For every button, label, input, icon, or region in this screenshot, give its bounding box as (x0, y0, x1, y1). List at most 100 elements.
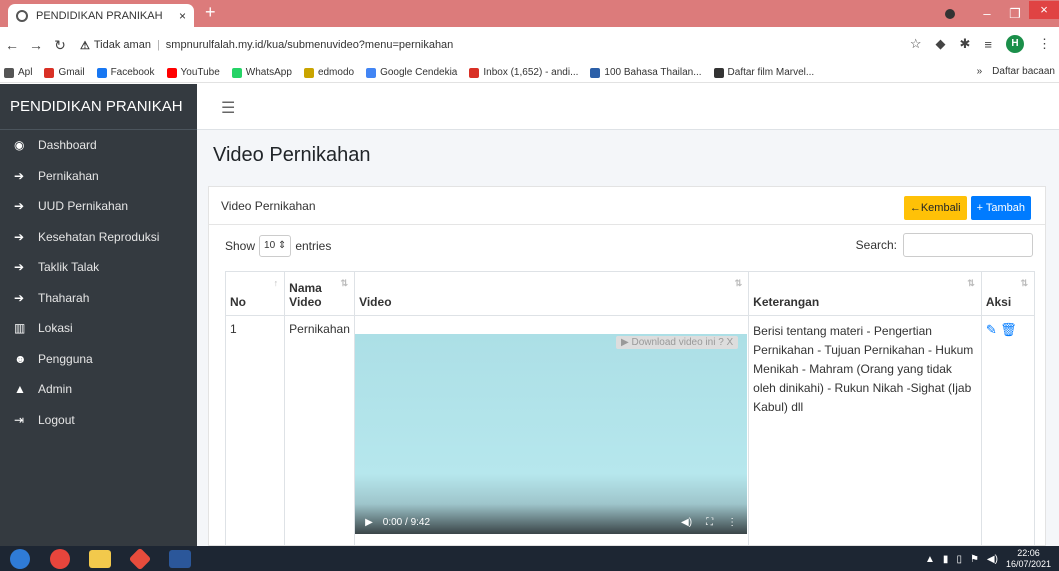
star-icon[interactable]: ☆ (910, 36, 922, 52)
bookmark-item[interactable]: Gmail (44, 67, 85, 78)
profile-avatar[interactable]: H (1006, 35, 1024, 53)
sidebar-item-label: Thaharah (38, 290, 90, 305)
puzzle-icon[interactable]: ✱ (960, 36, 971, 52)
search-box: Search: (856, 233, 1033, 257)
sidebar-item[interactable]: ➔ UUD Pernikahan (0, 191, 197, 222)
brand-title[interactable]: PENDIDIKAN PRANIKAH (0, 84, 197, 130)
column-header-no[interactable]: ↑ No (224, 271, 286, 316)
sidebar-item[interactable]: ☻ Pengguna (0, 344, 197, 375)
column-header-nama-video[interactable]: ⇅ Nama Video (284, 271, 356, 316)
search-label: Search: (855, 238, 897, 252)
reload-icon[interactable]: ↻ (48, 37, 72, 54)
minimize-button[interactable]: – (973, 6, 1001, 21)
volume-icon[interactable]: ◀) (681, 517, 692, 528)
column-header-aksi[interactable]: ⇅ Aksi (980, 271, 1036, 316)
speaker-icon[interactable]: ◀) (987, 554, 998, 565)
users-icon: ☻ (14, 351, 27, 366)
flag-icon[interactable]: ⚑ (970, 554, 979, 565)
arrow-right-icon: ➔ (14, 229, 25, 244)
menu-icon[interactable]: ⋮ (1038, 36, 1051, 52)
bookmark-item[interactable]: Google Cendekia (366, 67, 457, 78)
bookmark-item[interactable]: YouTube (166, 67, 220, 78)
taskbar-word[interactable] (160, 546, 200, 571)
more-bookmarks-button[interactable]: » (977, 66, 983, 77)
delete-icon[interactable]: 🗑 (1000, 322, 1017, 337)
window-close-button[interactable]: × (1029, 0, 1059, 19)
column-header-keterangan[interactable]: ⇅ Keterangan (748, 271, 982, 316)
tab-title: PENDIDIKAN PRANIKAH (36, 9, 163, 22)
column-header-video[interactable]: ⇅ Video (354, 271, 750, 316)
forward-icon[interactable]: → (24, 37, 48, 53)
record-icon[interactable] (945, 8, 955, 19)
play-icon[interactable]: ▶ (365, 517, 373, 528)
clock[interactable]: 22:06 16/07/2021 (1006, 548, 1051, 570)
bookmark-icon (4, 67, 14, 78)
taskbar-explorer[interactable] (80, 546, 120, 571)
tray-up-icon[interactable]: ▲ (925, 554, 935, 565)
show-label: Show (225, 239, 256, 253)
card-actions: ←Kembali + Tambah (903, 196, 1031, 220)
omnibox[interactable]: ⚠ Tidak aman | smpnurulfalah.my.id/kua/s… (80, 39, 453, 52)
battery-icon[interactable]: ▯ (956, 554, 962, 565)
sort-icon: ⇅ (734, 278, 743, 288)
security-label: Tidak aman (93, 39, 151, 51)
bookmark-item[interactable]: Daftar film Marvel... (713, 67, 814, 78)
sort-icon: ⇅ (1020, 278, 1028, 288)
screen: PENDIDIKAN PRANIKAH × + – ❐ × ← → ↻ ⚠ Ti… (0, 0, 1059, 571)
url-text[interactable]: smpnurulfalah.my.id/kua/submenuvideo?men… (166, 39, 454, 51)
taskbar-chrome[interactable] (40, 546, 80, 571)
tab-close-button[interactable]: × (179, 9, 186, 23)
browser-tab[interactable]: PENDIDIKAN PRANIKAH × (8, 4, 194, 27)
media-icon[interactable]: ≡ (984, 37, 992, 52)
bookmark-item[interactable]: edmodo (303, 67, 354, 78)
download-video-chip[interactable]: ▶ Download video ini ? X (616, 336, 739, 349)
start-button[interactable] (0, 546, 40, 571)
bookmark-item[interactable]: Inbox (1,652) - andi... (469, 67, 578, 78)
back-button[interactable]: ←Kembali (903, 196, 967, 220)
bookmark-icon (713, 67, 724, 78)
app-topbar: ☰ (197, 84, 1059, 130)
sidebar-item[interactable]: ➔ Pernikahan (0, 161, 197, 192)
sidebar-item[interactable]: ➔ Taklik Talak (0, 252, 197, 283)
sidebar-item[interactable]: ➔ Kesehatan Reproduksi (0, 222, 197, 253)
extension-icon[interactable]: ◆ (936, 36, 946, 52)
back-icon[interactable]: ← (0, 37, 24, 53)
sort-icon: ⇅ (967, 278, 975, 288)
windows-taskbar: ▲ ▮ ▯ ⚑ ◀) 22:06 16/07/2021 (0, 546, 1059, 571)
bookmark-label: Facebook (110, 67, 155, 78)
sidebar-item[interactable]: ➔ Thaharah (0, 283, 197, 314)
bookmark-item[interactable]: Apl (4, 67, 32, 78)
bookmark-item[interactable]: WhatsApp (231, 67, 292, 78)
star-app-icon (128, 547, 152, 570)
signal-icon[interactable]: ▮ (943, 554, 949, 565)
sort-icon: ↑ (273, 278, 279, 288)
sidebar-item-label: Lokasi (38, 321, 73, 336)
sidebar-item[interactable]: ▲ Admin (0, 374, 197, 405)
sidebar-item[interactable]: ◉ Dashboard (0, 130, 197, 161)
reading-list-button[interactable]: Daftar bacaan (992, 66, 1055, 77)
browser-tab-strip: PENDIDIKAN PRANIKAH × + – ❐ × (0, 0, 1059, 27)
hamburger-icon[interactable]: ☰ (221, 98, 235, 118)
edit-icon[interactable]: ✎ (986, 322, 997, 337)
dashboard-icon: ◉ (14, 138, 25, 153)
cell-keterangan: Berisi tentang materi - Pengertian Perni… (748, 315, 982, 545)
taskbar-app[interactable] (120, 546, 160, 571)
new-tab-button[interactable]: + (205, 2, 216, 23)
sidebar-item-label: Admin (38, 382, 73, 397)
entries-select[interactable]: 10 ⇕ (259, 235, 292, 257)
video-player[interactable]: ▶ 0:00 / 9:42 ◀) ⛶ ⋮ (355, 334, 748, 534)
sidebar-item[interactable]: ⇥ Logout (0, 405, 197, 436)
bookmark-item[interactable]: 100 Bahasa Thailan... (590, 67, 702, 78)
restore-button[interactable]: ❐ (1001, 6, 1029, 22)
bookmark-label: Inbox (1,652) - andi... (483, 67, 579, 78)
sidebar-item[interactable]: ▥ Lokasi (0, 313, 197, 344)
more-icon[interactable]: ⋮ (727, 517, 737, 528)
fullscreen-icon[interactable]: ⛶ (706, 517, 713, 528)
add-button[interactable]: + Tambah (970, 196, 1031, 220)
sidebar-item-label: Kesehatan Reproduksi (38, 229, 160, 244)
bookmark-icon (303, 67, 314, 78)
bookmark-label: WhatsApp (245, 67, 292, 78)
video-card: Video Pernikahan ←Kembali + Tambah Show … (208, 186, 1046, 546)
bookmark-item[interactable]: Facebook (96, 67, 155, 78)
search-input[interactable] (903, 233, 1033, 257)
